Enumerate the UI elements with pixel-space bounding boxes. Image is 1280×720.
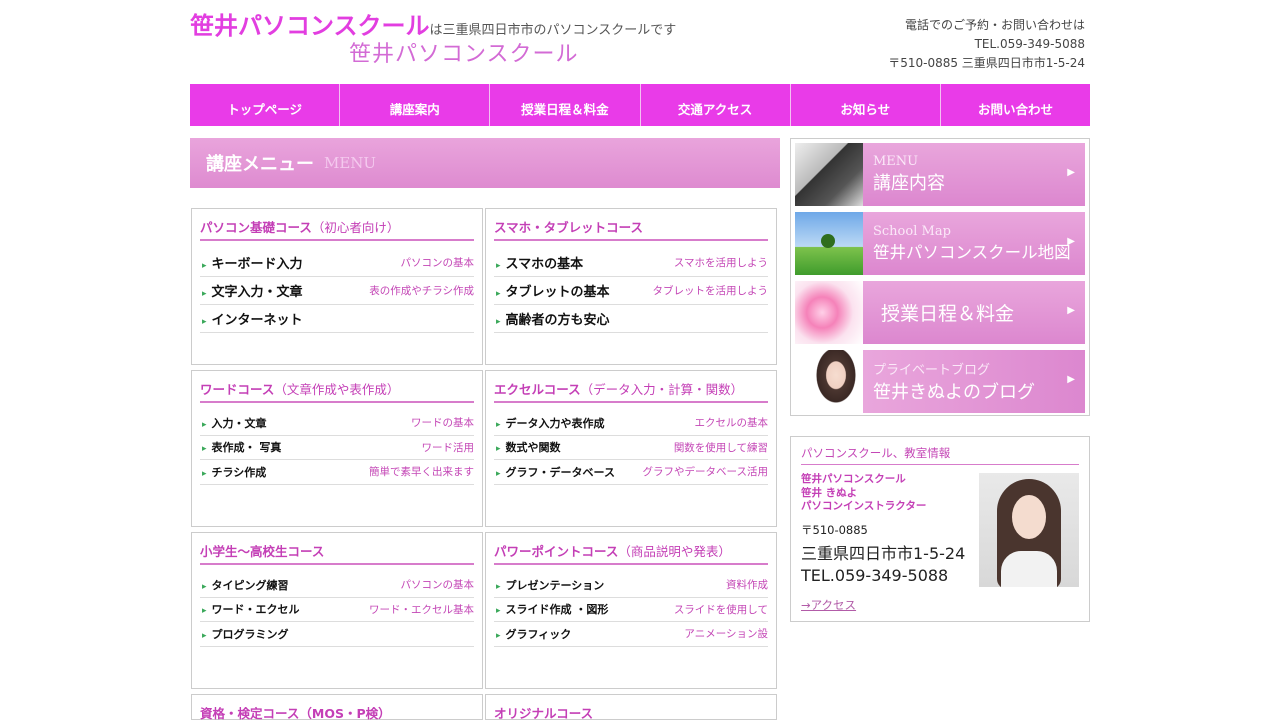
contact-tel: TEL.059-349-5088 [974, 37, 1085, 51]
course-title[interactable]: 小学生〜高校生コース [200, 541, 474, 565]
nav-top[interactable]: トップページ [190, 84, 341, 126]
section-title-en: MENU [324, 154, 377, 172]
list-item[interactable]: タイピング練習パソコンの基本 [200, 573, 474, 598]
course-box-certification: 資格・検定コース（MOS・P検） [191, 694, 483, 720]
list-item[interactable]: キーボード入力パソコンの基本 [200, 249, 474, 277]
nav-access[interactable]: 交通アクセス [640, 84, 791, 126]
banner-en: School Map [873, 224, 951, 239]
list-item[interactable]: スマホの基本スマホを活用しよう [494, 249, 768, 277]
course-title[interactable]: 資格・検定コース（MOS・P検） [200, 703, 474, 720]
course-title[interactable]: オリジナルコース [494, 703, 768, 720]
course-title[interactable]: エクセルコース（データ入力・計算・関数） [494, 379, 768, 403]
course-title[interactable]: パワーポイントコース（商品説明や発表） [494, 541, 768, 565]
course-title[interactable]: ワードコース（文章作成や表作成） [200, 379, 474, 403]
list-item[interactable]: チラシ作成簡単で素早く出来ます [200, 460, 474, 485]
side-banners: MENU 講座内容 ▶ School Map 笹井パソコンスクール地図 ▶ 授業日程… [790, 138, 1090, 416]
main-nav: トップページ 講座案内 授業日程＆料金 交通アクセス お知らせ お問い合わせ [190, 84, 1091, 126]
nav-courses[interactable]: 講座案内 [340, 84, 491, 126]
banner-ja: 講座内容 [873, 173, 945, 194]
arrow-right-icon: ▶ [1067, 167, 1075, 178]
tree-photo-icon [795, 212, 863, 275]
list-item[interactable]: インターネット [200, 305, 474, 333]
course-box-smartphone: スマホ・タブレットコース スマホの基本スマホを活用しよう タブレットの基本タブレ… [485, 208, 777, 365]
arrow-right-icon: ▶ [1067, 374, 1075, 385]
flower-photo-icon [795, 281, 863, 344]
banner-school-map[interactable]: School Map 笹井パソコンスクール地図 ▶ [795, 212, 1085, 275]
banner-en: MENU [873, 154, 919, 169]
site-logo[interactable]: 笹井パソコンスクール [349, 36, 579, 68]
list-item[interactable]: 数式や関数関数を使用して練習 [494, 436, 768, 460]
laptop-photo-icon [795, 143, 863, 206]
course-box-pc-basic: パソコン基礎コース（初心者向け） キーボード入力パソコンの基本 文字入力・文章表… [191, 208, 483, 365]
banner-ja: 笹井パソコンスクール地図 [873, 243, 1071, 262]
list-item[interactable]: 表作成・ 写真ワード活用 [200, 436, 474, 460]
list-item[interactable]: グラフ・データベースグラフやデータベース活用 [494, 460, 768, 485]
banner-schedule-fee[interactable]: 授業日程＆料金 ▶ [795, 281, 1085, 344]
header-contact: 電話でのご予約・お問い合わせは TEL.059-349-5088 〒510-08… [888, 16, 1085, 73]
nav-contact[interactable]: お問い合わせ [940, 84, 1091, 126]
course-title[interactable]: スマホ・タブレットコース [494, 217, 768, 241]
access-link[interactable]: →アクセス [801, 597, 856, 613]
arrow-right-icon: ▶ [1067, 236, 1075, 247]
banner-ja: 授業日程＆料金 [881, 303, 1015, 325]
list-item[interactable]: プレゼンテーション資料作成 [494, 573, 768, 598]
section-title-ja: 講座メニュー [206, 154, 314, 175]
course-box-word: ワードコース（文章作成や表作成） 入力・文章ワードの基本 表作成・ 写真ワード活… [191, 370, 483, 527]
contact-label: 電話でのご予約・お問い合わせは [904, 18, 1085, 32]
instructor-photo [979, 473, 1079, 587]
list-item[interactable]: スライド作成 ・図形スライドを使用して [494, 598, 768, 622]
nav-schedule[interactable]: 授業日程＆料金 [490, 84, 641, 126]
list-item[interactable]: 高齢者の方も安心 [494, 305, 768, 333]
course-box-powerpoint: パワーポイントコース（商品説明や発表） プレゼンテーション資料作成 スライド作成… [485, 532, 777, 689]
banner-course-menu[interactable]: MENU 講座内容 ▶ [795, 143, 1085, 206]
banner-ja: 笹井きぬよのブログ [873, 382, 1035, 403]
page: 笹井パソコンスクールは三重県四日市市のパソコンスクールです 笹井パソコンスクール… [0, 0, 1280, 720]
course-box-original: オリジナルコース [485, 694, 777, 720]
section-title: 講座メニュー MENU [190, 138, 780, 188]
list-item[interactable]: 文字入力・文章表の作成やチラシ作成 [200, 277, 474, 305]
banner-blog[interactable]: プライベートブログ笹井きぬよのブログ ▶ [795, 350, 1085, 413]
list-item[interactable]: ワード・エクセルワード・エクセル基本 [200, 598, 474, 622]
portrait-photo-icon [809, 350, 863, 413]
info-heading: パソコンスクール、教室情報 [801, 445, 1079, 465]
course-box-students: 小学生〜高校生コース タイピング練習パソコンの基本 ワード・エクセルワード・エク… [191, 532, 483, 689]
nav-news[interactable]: お知らせ [790, 84, 941, 126]
list-item[interactable]: タブレットの基本タブレットを活用しよう [494, 277, 768, 305]
course-box-excel: エクセルコース（データ入力・計算・関数） データ入力や表作成エクセルの基本 数式… [485, 370, 777, 527]
contact-address: 〒510-0885 三重県四日市市1-5-24 [888, 56, 1085, 70]
list-item[interactable]: グラフィックアニメーション設 [494, 622, 768, 647]
list-item[interactable]: プログラミング [200, 622, 474, 647]
arrow-right-icon: ▶ [1067, 305, 1075, 316]
course-title[interactable]: パソコン基礎コース（初心者向け） [200, 217, 474, 241]
school-info: パソコンスクール、教室情報 笹井パソコンスクール 笹井 きぬよ パソコンインスト… [790, 436, 1090, 622]
list-item[interactable]: データ入力や表作成エクセルの基本 [494, 411, 768, 436]
list-item[interactable]: 入力・文章ワードの基本 [200, 411, 474, 436]
banner-en: プライベートブログ [873, 363, 991, 378]
